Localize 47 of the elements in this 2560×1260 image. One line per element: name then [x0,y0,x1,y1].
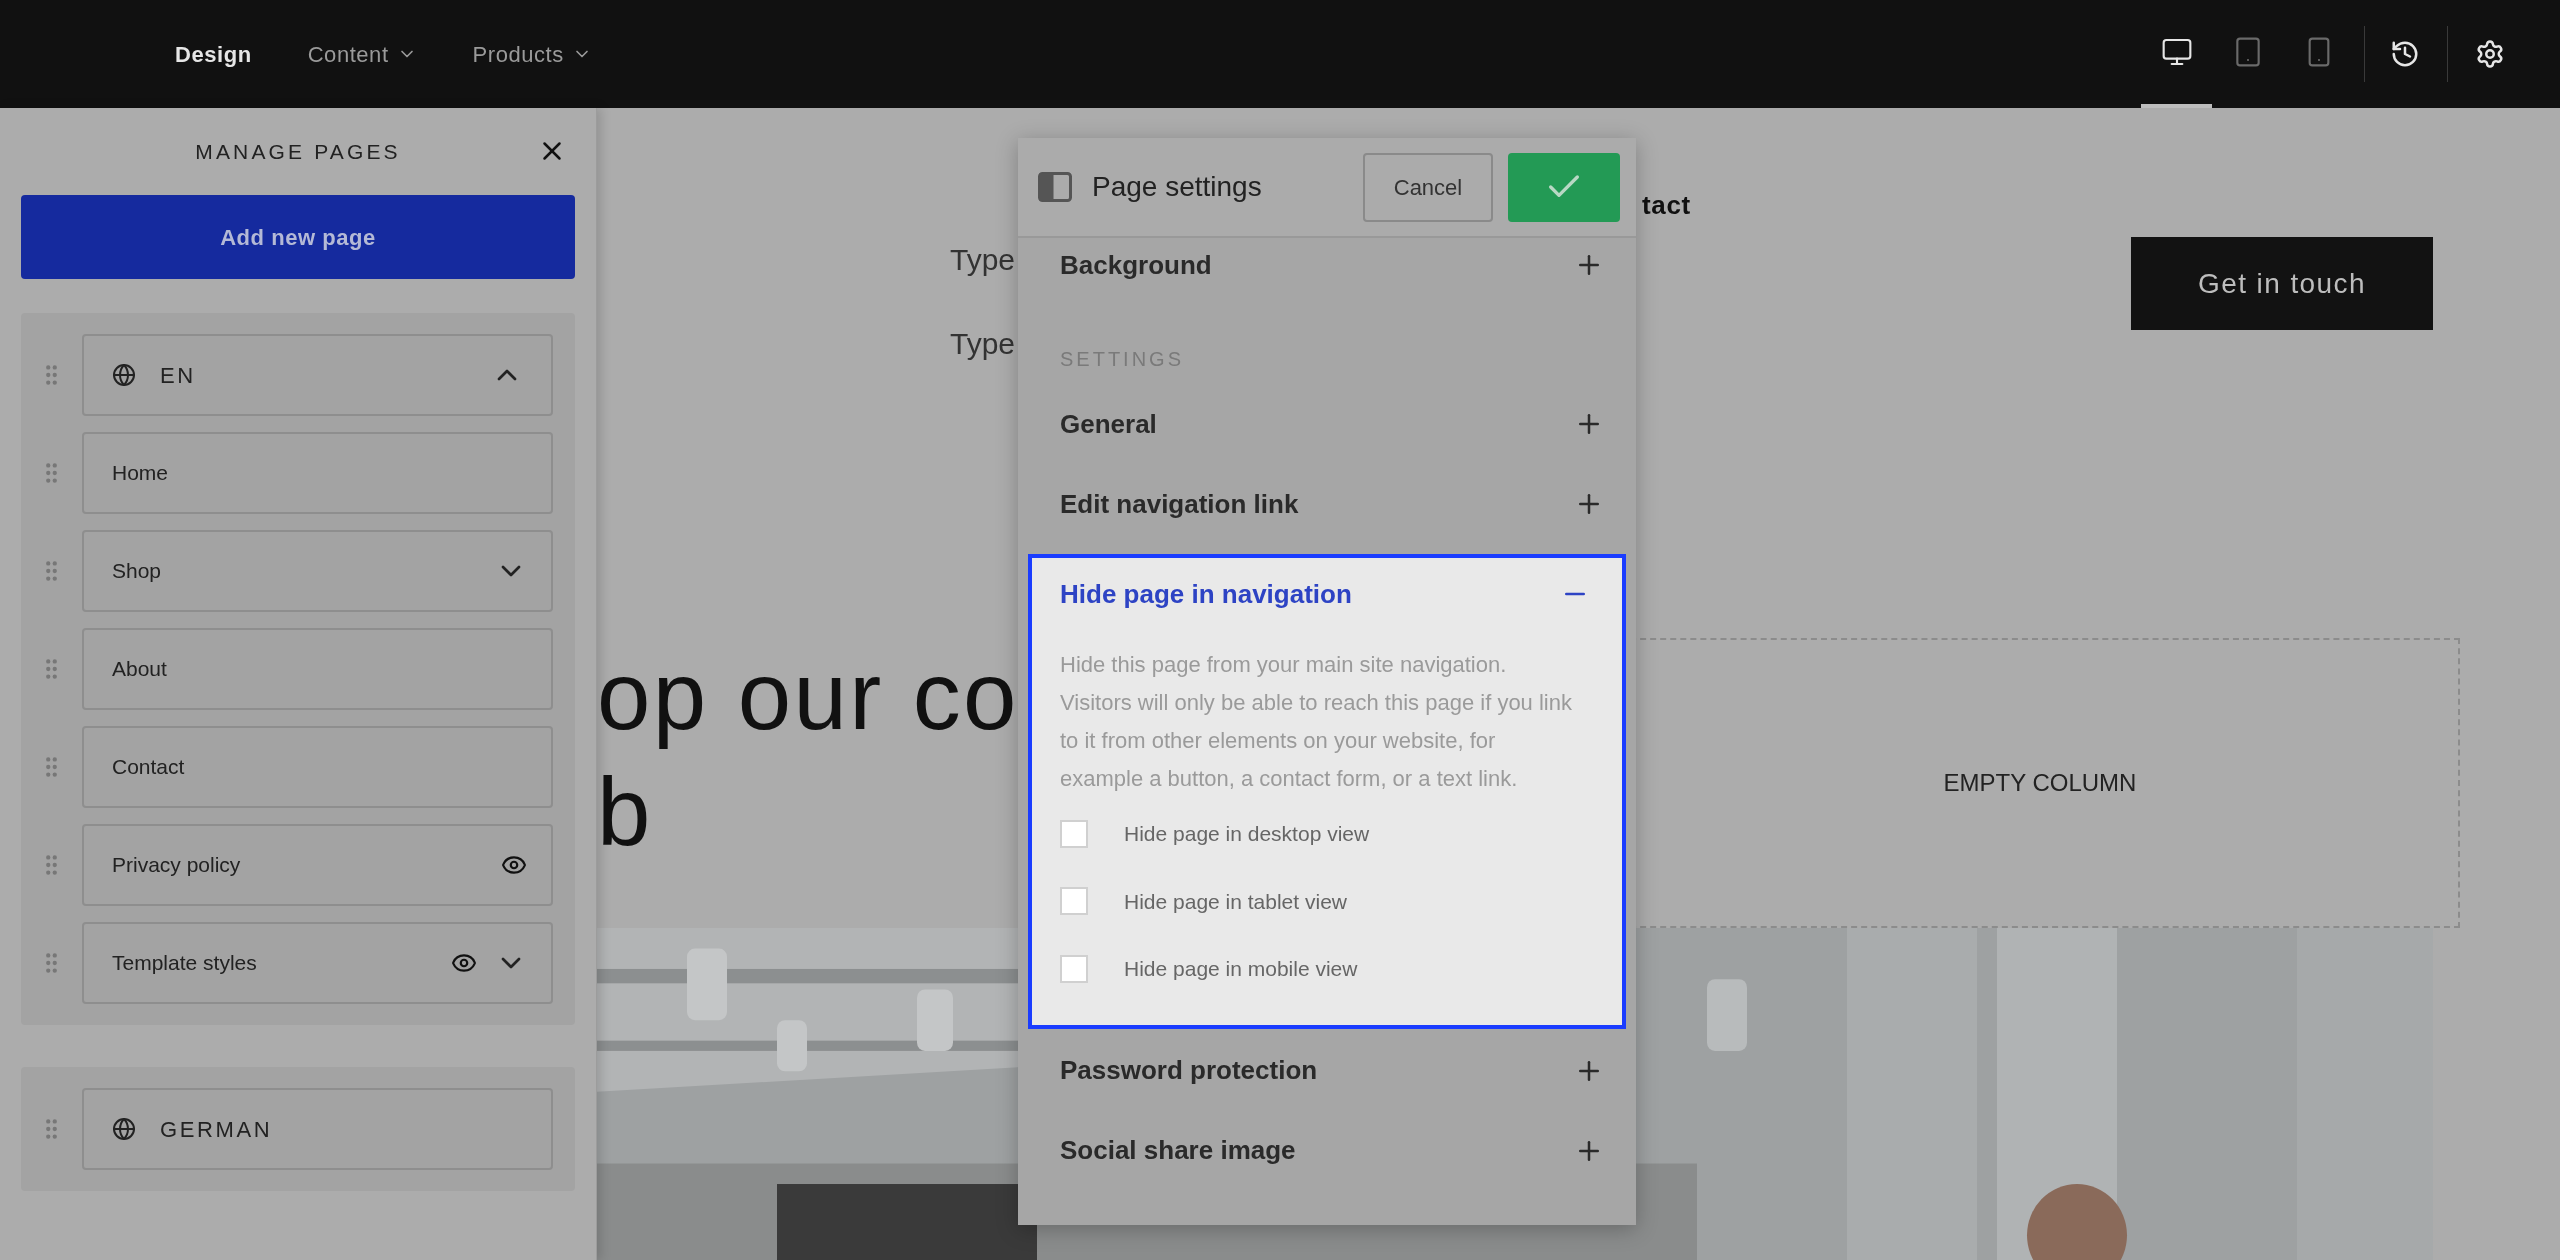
page-item[interactable]: Shop [82,530,553,612]
page-label: Template styles [112,950,257,977]
page-label: Shop [112,558,162,585]
section-description: Hide this page from your main site navigation. Visitors will only be able to reach this page if you link to it from other elements on your website, for example a button, a contact form, or a text link. [1060,651,1573,793]
checkbox[interactable] [1060,954,1088,983]
checkbox[interactable] [1060,819,1088,848]
nav-menu[interactable]: Design [175,37,252,71]
page-label: Privacy policy [112,852,241,879]
panel-icon [1038,172,1072,202]
dialog-title: Page settings [1092,170,1262,204]
nav-menu[interactable]: Content [307,37,417,71]
globe-icon [112,363,136,387]
globe-icon [112,1117,136,1141]
cancel-button[interactable]: Cancel [1363,152,1493,222]
checkbox-label: Hide page in mobile view [1124,956,1358,982]
history-icon [2390,39,2420,69]
page-label: Home [112,460,169,487]
panel-title: MANAGE PAGES [195,138,401,165]
page-label: Contact [112,754,185,781]
page-item[interactable]: Template styles [82,922,553,1004]
add-page-button[interactable]: Add new page [21,195,575,279]
section-title[interactable]: Social share image [1060,1131,1296,1170]
page-nav-link[interactable]: tact [1642,190,1691,220]
section-title[interactable]: Password protection [1060,1051,1318,1090]
page-heading: op our co [597,641,1018,751]
page-heading: b [597,757,654,867]
section-title[interactable]: Background [1060,245,1212,285]
desktop-icon [2160,36,2193,68]
get-in-touch-button[interactable]: Get in touch [2131,237,2433,330]
checkbox-label: Hide page in tablet view [1124,888,1347,915]
language-item[interactable]: GERMAN [82,1088,553,1170]
page-label: About [112,656,167,683]
page-item[interactable]: Contact [82,726,553,808]
page-item[interactable]: Home [82,432,553,514]
nav-menu[interactable]: Products [472,37,592,71]
page-item[interactable]: About [82,628,553,710]
section-title[interactable]: Edit navigation link [1060,484,1299,524]
language-label: GERMAN [160,1115,273,1144]
checkbox-label: Hide page in desktop view [1124,821,1370,847]
language-label: EN [160,361,196,390]
section-title[interactable]: Hide page in navigation [1060,574,1352,614]
empty-column-label: EMPTY COLUMN [1943,768,2137,798]
page-item[interactable]: Privacy policy [82,824,553,906]
section-title[interactable]: General [1060,404,1157,444]
language-item[interactable]: EN [82,334,553,416]
settings-icon [2475,39,2505,69]
checkbox[interactable] [1060,887,1088,916]
